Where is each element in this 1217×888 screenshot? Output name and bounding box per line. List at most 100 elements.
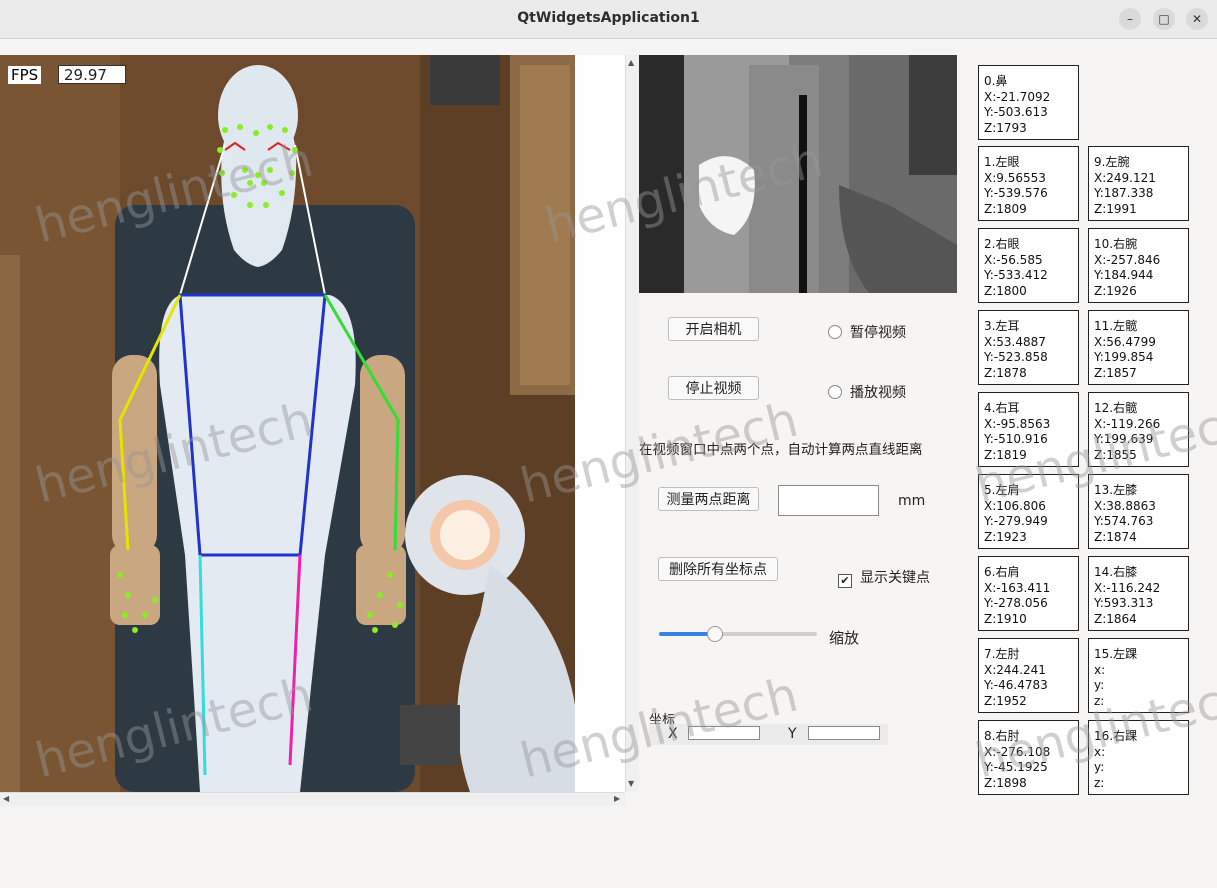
keypoint-name: 1.左眼	[984, 155, 1020, 169]
keypoint-x: X:-21.7092	[984, 89, 1051, 104]
keypoint-name: 12.右髋	[1094, 401, 1138, 415]
scroll-left-icon[interactable]: ◀	[3, 794, 9, 803]
keypoint-box: 9.左腕 X:249.121 Y:187.338 Z:1991	[1088, 146, 1189, 221]
keypoint-y: Y:593.313	[1094, 596, 1154, 610]
keypoint-name: 0.鼻	[984, 74, 1008, 88]
keypoint-y: Y:-45.1925	[984, 760, 1048, 774]
scroll-up-icon[interactable]: ▲	[628, 58, 634, 67]
keypoint-z: Z:1952	[984, 693, 1027, 708]
keypoint-name: 13.左膝	[1094, 483, 1138, 497]
keypoint-x: X:249.121	[1094, 170, 1156, 185]
keypoint-z: z:	[1094, 775, 1105, 790]
fps-label: FPS	[8, 66, 42, 84]
keypoint-box: 3.左耳 X:53.4887 Y:-523.858 Z:1878	[978, 310, 1079, 385]
keypoint-x: X:9.56553	[984, 170, 1046, 185]
distance-output-field[interactable]	[778, 485, 879, 516]
video-horizontal-scrollbar[interactable]: ◀ ▶	[0, 792, 625, 806]
keypoint-y: Y:-503.613	[984, 105, 1048, 119]
pause-video-label: 暂停视频	[850, 325, 906, 341]
keypoint-z: Z:1874	[1094, 529, 1137, 544]
keypoint-y: y:	[1094, 760, 1105, 774]
zoom-slider-handle[interactable]	[707, 626, 724, 642]
keypoint-box: 14.右膝 X:-116.242 Y:593.313 Z:1864	[1088, 556, 1189, 631]
keypoint-y: Y:-278.056	[984, 596, 1048, 610]
scroll-down-icon[interactable]: ▼	[628, 779, 634, 788]
keypoint-name: 7.左肘	[984, 647, 1020, 661]
keypoint-z: Z:1923	[984, 529, 1027, 544]
keypoint-name: 14.右膝	[1094, 565, 1138, 579]
show-keypoints-checkbox[interactable]: ✔ 显示关键点	[838, 567, 930, 588]
keypoint-z: Z:1855	[1094, 447, 1137, 462]
zoom-slider[interactable]	[659, 626, 817, 642]
keypoint-x: X:56.4799	[1094, 334, 1156, 349]
checkmark-icon: ✔	[838, 574, 852, 588]
keypoint-name: 6.右肩	[984, 565, 1020, 579]
coord-y-field[interactable]	[808, 726, 880, 740]
video-scroll-area[interactable]: FPS 29.97	[0, 55, 626, 792]
pause-video-radio[interactable]: 暂停视频	[828, 322, 906, 342]
keypoint-x: X:53.4887	[984, 334, 1046, 349]
window-title: QtWidgetsApplication1	[517, 10, 700, 26]
keypoint-x: X:-116.242	[1094, 580, 1161, 595]
keypoint-box: 0.鼻 X:-21.7092 Y:-503.613 Z:1793	[978, 65, 1079, 140]
open-camera-button[interactable]: 开启相机	[668, 317, 759, 341]
keypoint-box: 12.右髋 X:-119.266 Y:199.639 Z:1855	[1088, 392, 1189, 467]
keypoint-name: 4.右耳	[984, 401, 1020, 415]
keypoint-x: X:-257.846	[1094, 252, 1161, 267]
keypoint-box: 16.右踝 x: y: z:	[1088, 720, 1189, 795]
keypoint-y: Y:-279.949	[984, 514, 1048, 528]
keypoint-x: x:	[1094, 662, 1106, 677]
minimize-button[interactable]: –	[1119, 8, 1141, 30]
keypoint-z: Z:1793	[984, 120, 1027, 135]
keypoint-x: X:38.8863	[1094, 498, 1156, 513]
keypoint-name: 3.左耳	[984, 319, 1020, 333]
keypoint-y: y:	[1094, 678, 1105, 692]
keypoint-x: X:-95.8563	[984, 416, 1051, 431]
keypoint-box: 11.左髋 X:56.4799 Y:199.854 Z:1857	[1088, 310, 1189, 385]
keypoint-name: 9.左腕	[1094, 155, 1130, 169]
keypoint-x: X:-56.585	[984, 252, 1043, 267]
coord-x-field[interactable]	[688, 726, 760, 740]
stop-video-button[interactable]: 停止视频	[668, 376, 759, 400]
play-video-label: 播放视频	[850, 385, 906, 401]
play-video-radio[interactable]: 播放视频	[828, 382, 906, 402]
keypoint-name: 5.左肩	[984, 483, 1020, 497]
x-label: X	[668, 726, 678, 742]
keypoint-name: 2.右眼	[984, 237, 1020, 251]
keypoint-x: X:106.806	[984, 498, 1046, 513]
keypoint-x: X:244.241	[984, 662, 1046, 677]
keypoint-y: Y:187.338	[1094, 186, 1154, 200]
measure-distance-button[interactable]: 测量两点距离	[658, 487, 759, 511]
keypoint-name: 8.右肘	[984, 729, 1020, 743]
keypoint-box: 8.右肘 X:-276.108 Y:-45.1925 Z:1898	[978, 720, 1079, 795]
keypoint-z: Z:1819	[984, 447, 1027, 462]
keypoint-box: 7.左肘 X:244.241 Y:-46.4783 Z:1952	[978, 638, 1079, 713]
keypoint-z: Z:1809	[984, 201, 1027, 216]
keypoint-name: 16.右踝	[1094, 729, 1138, 743]
video-image	[0, 55, 575, 792]
keypoint-y: Y:-510.916	[984, 432, 1048, 446]
keypoint-z: Z:1926	[1094, 283, 1137, 298]
y-label: Y	[788, 726, 797, 742]
keypoint-box: 15.左踝 x: y: z:	[1088, 638, 1189, 713]
keypoint-name: 11.左髋	[1094, 319, 1138, 333]
keypoint-y: Y:184.944	[1094, 268, 1154, 282]
keypoint-name: 15.左踝	[1094, 647, 1138, 661]
radio-icon	[828, 325, 842, 339]
maximize-button[interactable]: □	[1153, 8, 1175, 30]
keypoint-z: Z:1857	[1094, 365, 1137, 380]
keypoint-z: Z:1800	[984, 283, 1027, 298]
keypoint-y: Y:-539.576	[984, 186, 1048, 200]
video-vertical-scrollbar[interactable]: ▲ ▼	[625, 55, 639, 792]
close-button[interactable]: ✕	[1186, 8, 1208, 30]
scroll-right-icon[interactable]: ▶	[614, 794, 620, 803]
keypoint-z: Z:1878	[984, 365, 1027, 380]
keypoint-z: Z:1864	[1094, 611, 1137, 626]
video-frame[interactable]: FPS 29.97	[0, 55, 575, 792]
depth-image	[639, 55, 957, 293]
keypoint-z: Z:1991	[1094, 201, 1137, 216]
fps-value: 29.97	[58, 65, 126, 84]
keypoint-x: X:-163.411	[984, 580, 1051, 595]
delete-points-button[interactable]: 删除所有坐标点	[658, 557, 778, 581]
keypoint-box: 13.左膝 X:38.8863 Y:574.763 Z:1874	[1088, 474, 1189, 549]
